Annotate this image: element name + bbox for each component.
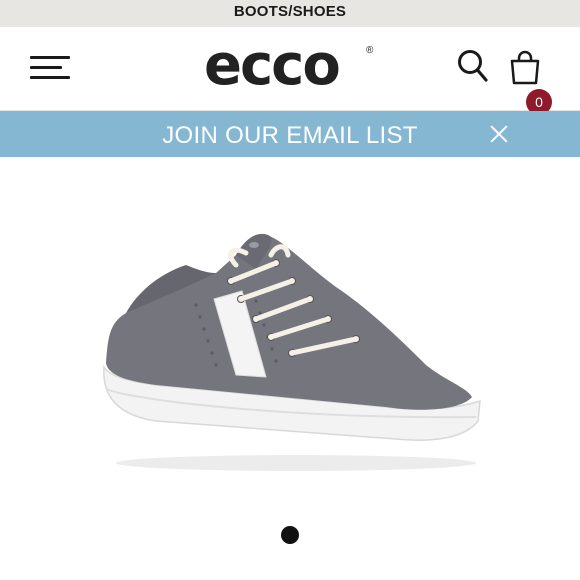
product-image[interactable] <box>96 225 486 475</box>
search-icon[interactable] <box>457 49 489 85</box>
carousel-dot-active[interactable] <box>281 526 299 544</box>
email-signup-bar: JOIN OUR EMAIL LIST <box>0 111 580 157</box>
hamburger-menu-icon[interactable] <box>30 56 70 82</box>
close-icon[interactable] <box>488 123 510 145</box>
registered-mark: ® <box>366 45 374 56</box>
promo-text: BOOTS/SHOES <box>233 3 347 20</box>
site-header: ecco ® 0 <box>0 27 580 115</box>
ecco-logo[interactable]: ecco ® <box>200 38 380 95</box>
shopping-bag-icon[interactable] <box>508 49 542 87</box>
carousel-dots <box>0 526 580 544</box>
logo-text: ecco <box>204 33 341 98</box>
promo-banner[interactable]: BOOTS/SHOES <box>0 0 580 27</box>
